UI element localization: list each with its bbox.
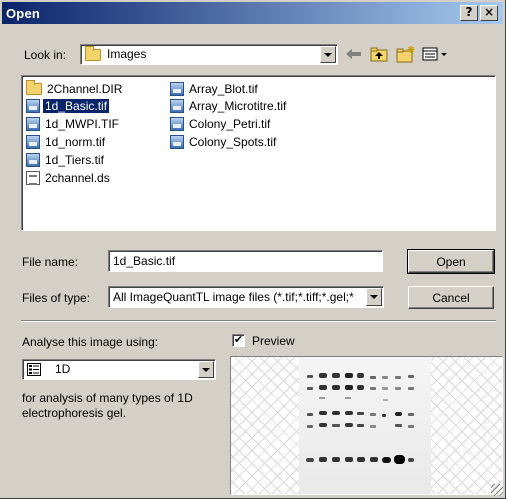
open-button[interactable]: Open [407,249,495,274]
close-button[interactable]: × [480,5,498,21]
gel-preview-image [299,357,431,494]
file-name: 2Channel.DIR [47,82,123,96]
preview-label: Preview [252,334,295,348]
preview-pane [230,356,503,495]
files-of-type-label: Files of type: [22,291,91,305]
file-name: Colony_Petri.tif [189,117,271,131]
file-name: 1d_Tiers.tif [45,153,104,167]
image-file-icon [26,135,40,149]
file-item[interactable]: 1d_MWPI.TIF [26,116,121,132]
file-name: 1d_MWPI.TIF [45,117,120,131]
file-name: 1d_Basic.tif [43,99,110,113]
resize-grip[interactable] [491,484,503,496]
file-name-input[interactable]: 1d_Basic.tif [108,250,383,272]
image-file-icon [170,135,184,149]
look-in-value: Images [107,47,147,61]
file-item[interactable]: Colony_Spots.tif [170,134,278,150]
analyse-description: for analysis of many types of 1D electro… [22,391,193,420]
open-dialog: Open ? × Look in: Images 2Channel.DIR 1d… [0,0,506,499]
title-bar[interactable]: Open ? × [2,2,503,24]
help-button[interactable]: ? [460,5,478,21]
chevron-down-icon [370,295,378,299]
file-item[interactable]: 1d_Tiers.tif [26,152,106,168]
new-folder-icon[interactable] [394,45,418,63]
file-name-value: 1d_Basic.tif [113,254,176,268]
file-item[interactable]: 2Channel.DIR [26,80,124,97]
file-item-selected[interactable]: 1d_Basic.tif [26,98,110,114]
folder-icon [26,80,42,95]
file-name: 2channel.ds [45,171,110,185]
back-arrow-icon[interactable] [344,45,364,63]
window-title: Open [6,5,41,21]
image-file-icon [170,82,184,96]
image-file-icon [26,153,40,167]
up-folder-icon[interactable] [368,45,390,63]
folder-icon [85,46,101,61]
file-name: Colony_Spots.tif [189,135,277,149]
image-file-icon [170,99,184,113]
file-item[interactable]: 2channel.ds [26,170,112,186]
list-view-icon [27,363,41,376]
file-item[interactable]: Colony_Petri.tif [170,116,272,132]
analyse-value: 1D [55,362,71,376]
look-in-combo[interactable]: Images [80,44,338,65]
analyse-dropdown-button[interactable] [198,361,214,378]
dataset-file-icon [26,171,40,185]
file-name-label: File name: [22,255,79,269]
cancel-button[interactable]: Cancel [408,286,494,309]
files-of-type-dropdown-button[interactable] [366,288,382,306]
chevron-down-icon [202,367,210,372]
file-name: Array_Blot.tif [189,82,258,96]
file-item[interactable]: 1d_norm.tif [26,134,107,150]
files-of-type-value: All ImageQuantTL image files (*.tif;*.ti… [113,290,354,304]
image-file-icon [26,117,40,131]
view-menu-icon[interactable] [420,45,452,63]
file-list[interactable]: 2Channel.DIR 1d_Basic.tif 1d_MWPI.TIF 1d… [21,75,496,231]
separator [21,320,496,322]
file-name: Array_Microtitre.tif [189,99,287,113]
image-file-icon [26,99,40,113]
analyse-combo[interactable]: 1D [22,359,216,380]
look-in-dropdown-button[interactable] [320,46,336,63]
preview-checkbox[interactable]: ✔ [232,334,245,347]
analyse-label: Analyse this image using: [22,335,159,349]
chevron-down-icon [324,52,332,57]
look-in-label: Look in: [24,48,67,62]
files-of-type-combo[interactable]: All ImageQuantTL image files (*.tif;*.ti… [108,286,384,308]
file-name: 1d_norm.tif [45,135,106,149]
file-item[interactable]: Array_Blot.tif [170,81,260,97]
file-item[interactable]: Array_Microtitre.tif [170,98,288,114]
image-file-icon [170,117,184,131]
